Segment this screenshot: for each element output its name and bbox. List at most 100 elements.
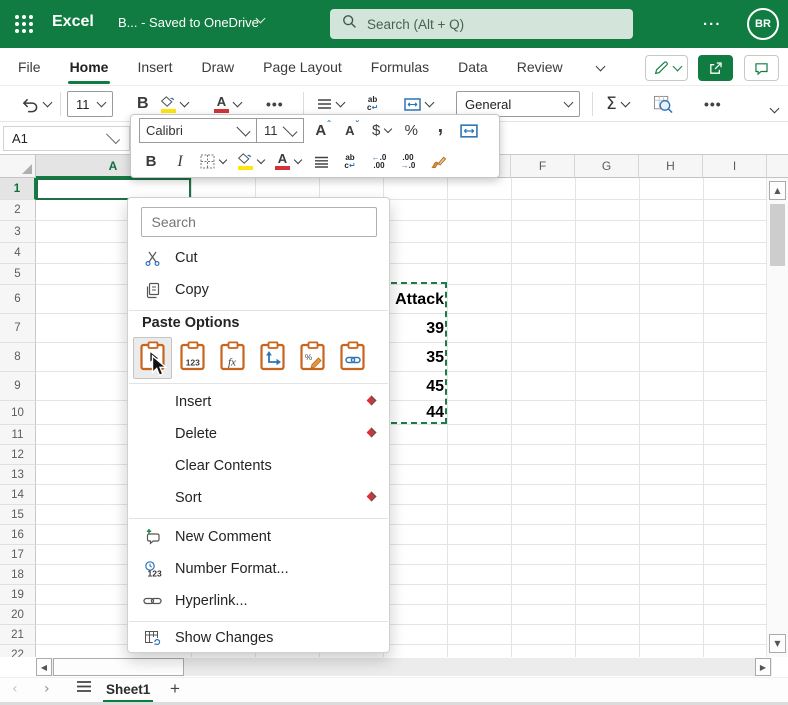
- cell-value-row-7[interactable]: 39: [383, 314, 447, 343]
- more-tabs-chevron-icon[interactable]: [592, 59, 604, 75]
- paste-formatting-button[interactable]: %: [293, 337, 332, 379]
- row-header-2[interactable]: 2: [0, 200, 36, 221]
- next-sheet-button[interactable]: ›: [44, 681, 50, 697]
- currency-format-button[interactable]: $: [372, 122, 391, 139]
- editing-mode-button[interactable]: [645, 55, 688, 81]
- borders-button[interactable]: [200, 154, 226, 169]
- row-header-3[interactable]: 3: [0, 221, 36, 243]
- vertical-scroll-thumb[interactable]: [770, 204, 785, 266]
- cell-value-row-9[interactable]: 45: [383, 372, 447, 401]
- search-input[interactable]: [365, 16, 599, 33]
- row-header-7[interactable]: 7: [0, 314, 36, 343]
- column-header-f[interactable]: F: [511, 155, 575, 178]
- menu-item-copy[interactable]: Copy: [128, 274, 389, 306]
- tab-insert[interactable]: Insert: [137, 59, 172, 75]
- mini-italic-button[interactable]: I: [171, 153, 189, 171]
- sheet-tab-sheet1[interactable]: Sheet1: [103, 680, 153, 703]
- row-header-5[interactable]: 5: [0, 264, 36, 285]
- row-header-14[interactable]: 14: [0, 485, 36, 505]
- name-box[interactable]: A1: [3, 126, 130, 151]
- column-header-g[interactable]: G: [575, 155, 639, 178]
- autosum-button[interactable]: Σ: [606, 87, 629, 121]
- increase-font-size-button[interactable]: Aˆ: [314, 122, 332, 139]
- toolbar-more-button[interactable]: •••: [704, 87, 722, 121]
- menu-item-new-comment[interactable]: New Comment: [128, 521, 389, 553]
- increase-decimal-button[interactable]: .00→.0: [399, 154, 417, 170]
- comments-button[interactable]: [744, 55, 779, 81]
- row-header-17[interactable]: 17: [0, 545, 36, 565]
- menu-item-show-changes[interactable]: Show Changes: [128, 624, 389, 652]
- titlebar-more-button[interactable]: ...: [703, 12, 722, 29]
- paste-button[interactable]: [133, 337, 172, 379]
- column-header-h[interactable]: H: [639, 155, 703, 178]
- menu-item-sort[interactable]: Sort: [128, 482, 389, 514]
- avatar[interactable]: BR: [747, 8, 779, 40]
- decrease-decimal-button[interactable]: ←.0.00: [370, 154, 388, 170]
- scroll-down-button[interactable]: ▼: [769, 634, 786, 653]
- row-header-19[interactable]: 19: [0, 585, 36, 605]
- vertical-scrollbar[interactable]: ▲ ▼: [766, 178, 788, 657]
- row-header-11[interactable]: 11: [0, 425, 36, 445]
- row-header-15[interactable]: 15: [0, 505, 36, 525]
- scroll-left-button[interactable]: ◀: [36, 658, 52, 676]
- row-header-8[interactable]: 8: [0, 343, 36, 372]
- share-button[interactable]: [698, 55, 733, 81]
- menu-item-clear-contents[interactable]: Clear Contents: [128, 450, 389, 482]
- row-header-13[interactable]: 13: [0, 465, 36, 485]
- mini-fill-color-button[interactable]: [237, 153, 264, 170]
- mini-merge-button[interactable]: [460, 124, 478, 138]
- top-search-box[interactable]: [330, 9, 633, 39]
- tab-data[interactable]: Data: [458, 59, 488, 75]
- row-header-16[interactable]: 16: [0, 525, 36, 545]
- sheet-list-menu-button[interactable]: [76, 680, 92, 697]
- find-select-button[interactable]: [653, 87, 674, 121]
- tab-formulas[interactable]: Formulas: [371, 59, 429, 75]
- scroll-up-button[interactable]: ▲: [769, 181, 786, 200]
- row-header-22[interactable]: 22: [0, 645, 36, 657]
- mini-bold-button[interactable]: B: [142, 153, 160, 170]
- document-title[interactable]: B... - Saved to OneDrive: [118, 15, 259, 30]
- row-header-6[interactable]: 6: [0, 285, 36, 314]
- mini-font-size-select[interactable]: 11: [257, 118, 304, 143]
- mini-wrap-text-button[interactable]: abc↵: [341, 154, 359, 170]
- comma-format-button[interactable]: ,: [431, 115, 449, 138]
- app-launcher-icon[interactable]: [13, 13, 35, 35]
- scroll-right-button[interactable]: ▶: [755, 658, 771, 676]
- paste-link-button[interactable]: [333, 337, 372, 379]
- add-sheet-button[interactable]: +: [170, 679, 180, 699]
- menu-item-hyperlink[interactable]: Hyperlink...: [128, 585, 389, 617]
- menu-item-insert[interactable]: Insert: [128, 386, 389, 418]
- row-header-4[interactable]: 4: [0, 243, 36, 264]
- tab-review[interactable]: Review: [517, 59, 563, 75]
- previous-sheet-button[interactable]: ‹: [12, 681, 18, 697]
- menu-item-cut[interactable]: Cut: [128, 242, 389, 274]
- select-all-corner[interactable]: [0, 155, 36, 178]
- mini-font-color-button[interactable]: A: [275, 153, 301, 170]
- undo-button[interactable]: [20, 87, 51, 121]
- column-header-i[interactable]: I: [703, 155, 767, 178]
- row-header-10[interactable]: 10: [0, 401, 36, 425]
- menu-item-number-format[interactable]: 123Number Format...: [128, 553, 389, 585]
- tab-draw[interactable]: Draw: [201, 59, 234, 75]
- horizontal-scrollbar[interactable]: ◀ ▶: [0, 657, 788, 677]
- tab-page-layout[interactable]: Page Layout: [263, 59, 342, 75]
- font-size-select[interactable]: 11: [67, 91, 113, 117]
- paste-formulas-button[interactable]: fx: [213, 337, 252, 379]
- format-painter-button[interactable]: [428, 154, 446, 170]
- cell-value-row-6[interactable]: Attack: [383, 285, 447, 314]
- row-header-9[interactable]: 9: [0, 372, 36, 401]
- paste-values-button[interactable]: 123: [173, 337, 212, 379]
- menu-item-delete[interactable]: Delete: [128, 418, 389, 450]
- row-header-1[interactable]: 1: [0, 178, 36, 200]
- paste-transpose-button[interactable]: [253, 337, 292, 379]
- mini-font-name-select[interactable]: Calibri: [139, 118, 257, 143]
- row-header-21[interactable]: 21: [0, 625, 36, 645]
- row-header-18[interactable]: 18: [0, 565, 36, 585]
- tab-home[interactable]: Home: [70, 59, 109, 75]
- context-menu-search-input[interactable]: [141, 207, 377, 237]
- cell-value-row-8[interactable]: 35: [383, 343, 447, 372]
- cell-value-row-10[interactable]: 44: [383, 401, 447, 425]
- horizontal-scroll-thumb[interactable]: [53, 658, 184, 676]
- percent-format-button[interactable]: %: [402, 122, 420, 139]
- decrease-font-size-button[interactable]: Aˇ: [343, 123, 361, 138]
